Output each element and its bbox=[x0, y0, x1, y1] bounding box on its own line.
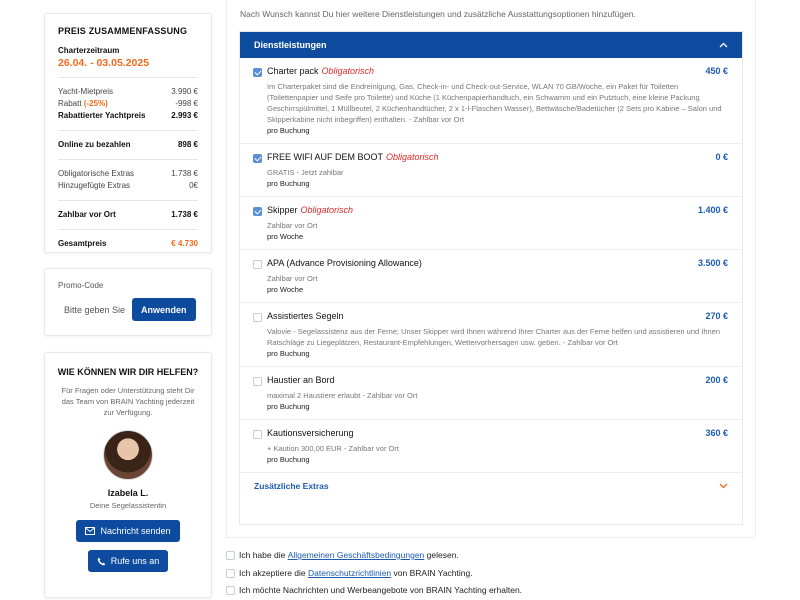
service-checkbox[interactable] bbox=[253, 260, 262, 269]
service-item-deposit-insurance: Kautionsversicherung 360 € + Kaution 300,… bbox=[240, 420, 742, 473]
newsletter-checkbox[interactable] bbox=[226, 585, 235, 595]
help-text: Für Fragen oder Unterstützung steht Dir … bbox=[61, 386, 195, 417]
service-item-free-wifi: FREE WIFI AUF DEM BOOT Obligatorisch 0 € G… bbox=[240, 144, 742, 197]
privacy-checkbox-row: Ich akzeptiere die Datenschutzrichtlinie… bbox=[226, 568, 473, 578]
envelope-icon bbox=[85, 527, 96, 535]
promo-code-input[interactable] bbox=[58, 298, 132, 321]
summary-row: Rabattierter Yachtpreis 2.993 € bbox=[58, 111, 198, 120]
charter-period-label: Charterzeitraum bbox=[58, 46, 120, 55]
send-message-button[interactable]: Nachricht senden bbox=[76, 520, 180, 542]
privacy-checkbox[interactable] bbox=[226, 568, 235, 578]
chevron-up-icon bbox=[719, 42, 728, 48]
terms-link[interactable]: Allgemeinen Geschäftsbedingungen bbox=[288, 550, 425, 560]
help-card: WIE KÖNNEN WIR DIR HELFEN? Für Fragen od… bbox=[44, 352, 212, 598]
apply-promo-button[interactable]: Anwenden bbox=[132, 298, 196, 321]
call-us-button[interactable]: Rufe uns an bbox=[87, 550, 169, 572]
charter-period: 26.04. - 03.05.2025 bbox=[58, 57, 150, 69]
promo-code-card: Promo-Code Anwenden bbox=[44, 268, 212, 336]
phone-icon bbox=[97, 557, 105, 565]
services-intro: Nach Wunsch kannst Du hier weitere Diens… bbox=[240, 9, 636, 19]
terms-checkbox-row: Ich habe die Allgemeinen Geschäftsbeding… bbox=[226, 550, 459, 560]
privacy-link[interactable]: Datenschutzrichtlinien bbox=[308, 568, 391, 578]
service-item-assisted-sailing: Assistiertes Segeln 270 € Valovie - Segel… bbox=[240, 303, 742, 367]
assistant-role: Deine Segelassistentin bbox=[89, 501, 167, 510]
service-checkbox[interactable] bbox=[253, 68, 262, 77]
service-checkbox[interactable] bbox=[253, 207, 262, 216]
service-checkbox[interactable] bbox=[253, 154, 262, 163]
service-item-charter-pack: Charter pack Obligatorisch 450 € Im Charte… bbox=[240, 58, 742, 144]
service-checkbox[interactable] bbox=[253, 430, 262, 439]
promo-code-label: Promo-Code bbox=[58, 281, 104, 290]
terms-checkbox[interactable] bbox=[226, 550, 235, 560]
service-item-pet: Haustier an Bord 200 € maximal 2 Haustier… bbox=[240, 367, 742, 420]
summary-row: Rabatt (-25%) -998 € bbox=[58, 99, 198, 108]
service-item-skipper: Skipper Obligatorisch 1.400 € Zahlbar vor … bbox=[240, 197, 742, 250]
online-payment-row: Online zu bezahlen 898 € bbox=[58, 140, 198, 149]
services-header[interactable]: Dienstleistungen bbox=[240, 32, 742, 58]
services-panel: Dienstleistungen Charter pack Obligatoris… bbox=[239, 31, 743, 525]
newsletter-checkbox-row: Ich möchte Nachrichten und Werbeangebote… bbox=[226, 585, 522, 595]
help-title: WIE KÖNNEN WIR DIR HELFEN? bbox=[57, 367, 199, 377]
chevron-down-icon bbox=[719, 483, 728, 489]
summary-row: Obligatorische Extras 1.738 € bbox=[58, 169, 198, 178]
assistant-name: Izabela L. bbox=[107, 488, 149, 498]
total-price-row: Gesamtpreis € 4.730 bbox=[58, 239, 198, 248]
avatar bbox=[103, 430, 153, 480]
service-item-apa: APA (Advance Provisioning Allowance) 3.50… bbox=[240, 250, 742, 303]
onsite-payment-row: Zahlbar vor Ort 1.738 € bbox=[58, 210, 198, 219]
service-checkbox[interactable] bbox=[253, 377, 262, 386]
summary-row: Yacht-Mietpreis 3.990 € bbox=[58, 87, 198, 96]
service-checkbox[interactable] bbox=[253, 313, 262, 322]
summary-row: Hinzugefügte Extras 0€ bbox=[58, 181, 198, 190]
price-summary-card: PREIS ZUSAMMENFASSUNG Charterzeitraum 26… bbox=[44, 13, 212, 253]
additional-extras-toggle[interactable]: Zusätzliche Extras bbox=[240, 473, 742, 499]
summary-title: PREIS ZUSAMMENFASSUNG bbox=[58, 26, 188, 36]
